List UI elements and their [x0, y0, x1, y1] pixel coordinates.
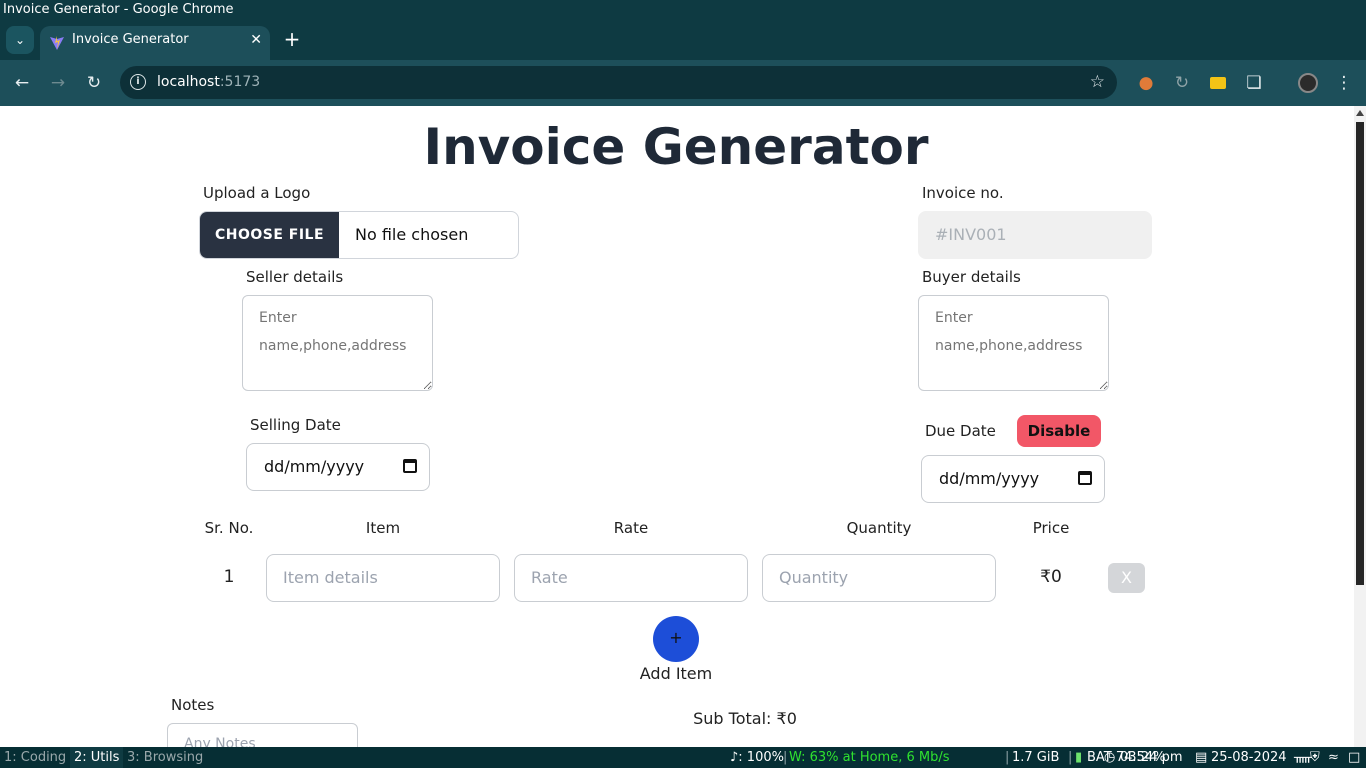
- notes-label: Notes: [171, 696, 215, 714]
- tab-invoice-generator[interactable]: Invoice Generator ✕: [40, 26, 270, 60]
- seller-details-textarea[interactable]: [242, 295, 433, 391]
- bookmark-star-icon[interactable]: ☆: [1090, 66, 1105, 99]
- reload-icon[interactable]: ↻: [82, 71, 106, 95]
- calendar-icon[interactable]: [403, 459, 417, 473]
- tab-search-button[interactable]: ⌄: [6, 26, 34, 54]
- profile-avatar[interactable]: [1296, 71, 1320, 95]
- file-status: No file chosen: [355, 225, 469, 244]
- sync-extension-icon[interactable]: ↻: [1170, 71, 1194, 95]
- disable-due-date-button[interactable]: Disable: [1017, 415, 1101, 447]
- buyer-label: Buyer details: [922, 268, 1021, 286]
- row-price: ₹0: [1040, 567, 1062, 587]
- selling-date-label: Selling Date: [250, 416, 341, 434]
- browser-toolbar: ← → ↻ i localhost:5173 ☆ ● ↻ ❏ ⋮: [0, 60, 1366, 106]
- calendar-date-icon: ▤: [1195, 750, 1208, 765]
- tab-strip: ⌄ Invoice Generator ✕ +: [0, 20, 1366, 60]
- vite-logo-icon: [50, 36, 64, 50]
- wifi-icon[interactable]: ≈: [1328, 747, 1339, 768]
- invoice-no-input[interactable]: #INV001: [918, 211, 1152, 259]
- quantity-input[interactable]: Quantity: [762, 554, 996, 602]
- clipboard-icon[interactable]: □: [1348, 747, 1360, 768]
- header-quantity: Quantity: [846, 519, 912, 537]
- header-price: Price: [1032, 519, 1070, 537]
- selling-date-input[interactable]: dd/mm/yyyy: [246, 443, 430, 491]
- notes-textarea[interactable]: Any Notes: [167, 723, 358, 747]
- time-status: 03:24 pm: [1120, 750, 1183, 765]
- scroll-up-arrow-icon[interactable]: [1356, 110, 1364, 116]
- wifi-status: W: 63% at Home, 6 Mb/s: [789, 750, 950, 765]
- workspace-browsing[interactable]: 3: Browsing: [123, 747, 207, 768]
- new-tab-button[interactable]: +: [280, 28, 304, 52]
- due-date-input[interactable]: dd/mm/yyyy: [921, 455, 1105, 503]
- due-date-label: Due Date: [925, 422, 996, 440]
- add-item-label: Add Item: [639, 664, 713, 683]
- item-details-input[interactable]: Item details: [266, 554, 500, 602]
- shield-icon[interactable]: ⛨: [1310, 747, 1320, 768]
- tab-title: Invoice Generator: [72, 32, 189, 47]
- chevron-down-icon: ⌄: [14, 33, 26, 47]
- header-item: Item: [365, 519, 401, 537]
- buyer-details-textarea[interactable]: [918, 295, 1109, 391]
- date-status: 25-08-2024: [1211, 750, 1287, 765]
- workspace-utils[interactable]: 2: Utils: [70, 747, 124, 768]
- volume-status: ♪: 100%: [730, 750, 784, 765]
- clock-icon: ◷: [1104, 750, 1116, 765]
- extensions-puzzle-icon[interactable]: ❏: [1242, 71, 1266, 95]
- scrollbar-thumb[interactable]: [1356, 122, 1364, 585]
- page-title: Invoice Generator: [423, 118, 929, 176]
- selling-date-value: dd/mm/yyyy: [264, 457, 365, 476]
- subtotal: Sub Total: ₹0: [693, 709, 797, 728]
- workspace-coding[interactable]: 1: Coding: [0, 747, 70, 768]
- choose-file-button[interactable]: CHOOSE FILE: [200, 212, 339, 258]
- folder-extension-icon[interactable]: [1206, 71, 1230, 95]
- invoice-no-label: Invoice no.: [922, 184, 1004, 202]
- url-text[interactable]: localhost:5173: [157, 66, 260, 99]
- row-sr-no: 1: [223, 567, 235, 587]
- logo-file-input[interactable]: CHOOSE FILE No file chosen: [199, 211, 519, 259]
- site-info-icon[interactable]: i: [130, 74, 146, 90]
- forward-arrow-icon[interactable]: →: [46, 71, 70, 95]
- menu-kebab-icon[interactable]: ⋮: [1332, 71, 1356, 95]
- add-item-button[interactable]: +: [653, 616, 699, 662]
- window-title: Invoice Generator - Google Chrome: [0, 0, 1366, 20]
- rate-input[interactable]: Rate: [514, 554, 748, 602]
- battery-icon: ▮: [1075, 750, 1083, 765]
- system-status-bar: 1: Coding 2: Utils 3: Browsing ♪: 100% |…: [0, 747, 1366, 768]
- header-sr-no: Sr. No.: [204, 519, 254, 537]
- seller-label: Seller details: [246, 268, 344, 286]
- delete-row-button[interactable]: X: [1108, 563, 1145, 593]
- page-scrollbar[interactable]: [1354, 106, 1366, 747]
- address-bar[interactable]: i localhost:5173 ☆: [120, 66, 1117, 99]
- memory-status: 1.7 GiB: [1012, 750, 1060, 765]
- logo-label: Upload a Logo: [203, 184, 311, 202]
- due-date-value: dd/mm/yyyy: [939, 469, 1040, 488]
- back-arrow-icon[interactable]: ←: [10, 71, 34, 95]
- header-rate: Rate: [613, 519, 649, 537]
- close-icon[interactable]: ✕: [250, 26, 262, 54]
- invoice-page: Invoice Generator Upload a Logo CHOOSE F…: [0, 106, 1366, 747]
- cookie-extension-icon[interactable]: ●: [1134, 71, 1158, 95]
- calendar-icon[interactable]: [1078, 471, 1092, 485]
